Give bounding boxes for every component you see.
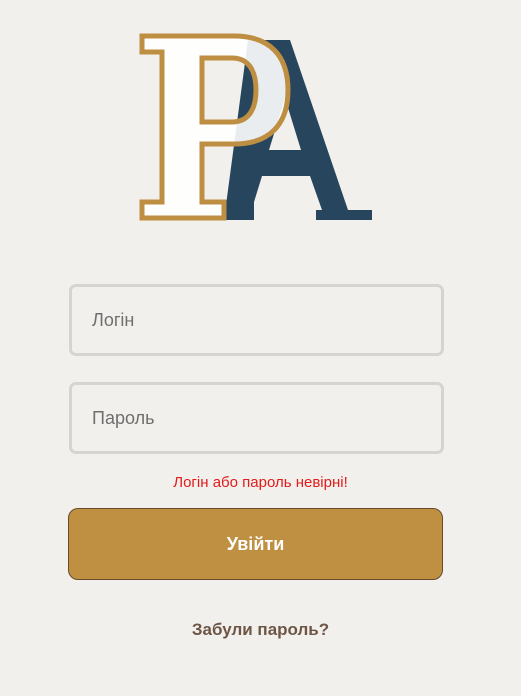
login-field[interactable]: [69, 284, 444, 356]
login-button[interactable]: Увійти: [68, 508, 443, 580]
logo-letter-p: [139, 33, 291, 221]
login-error-message: Логін або пароль невірні!: [173, 474, 348, 491]
password-field[interactable]: [69, 382, 444, 454]
pa-monogram-logo: [139, 33, 372, 221]
logo: [138, 32, 378, 224]
forgot-password-link[interactable]: Забули пароль?: [0, 620, 521, 640]
